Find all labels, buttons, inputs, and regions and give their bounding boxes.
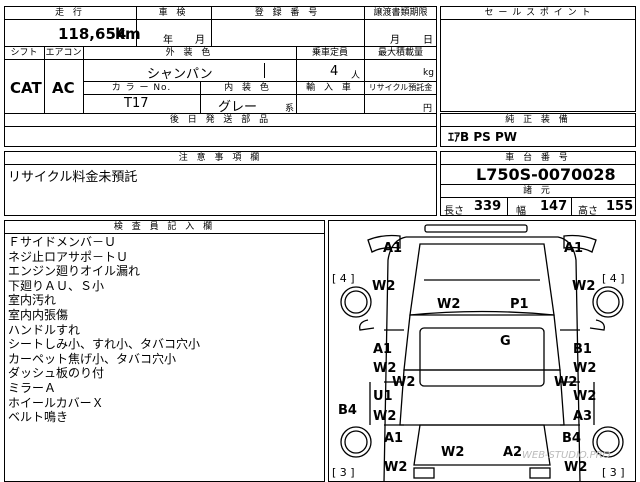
left-rear-door-mark-2: W2 xyxy=(373,409,397,424)
tire-rear-right: [ 3 ] xyxy=(602,466,625,479)
chassis-header: 車 台 番 号 xyxy=(505,153,571,163)
width-value: 147 xyxy=(540,199,568,214)
aircon-header: エアコン xyxy=(45,48,82,58)
width-label: 幅 xyxy=(516,206,526,217)
height-value: 155 xyxy=(606,199,634,214)
import-header: 輸 入 車 xyxy=(306,83,354,93)
inspector-note: 下廻りＡＵ、Ｓ小 xyxy=(8,278,105,293)
notes-header: 注 意 事 項 欄 xyxy=(178,153,263,163)
chassis-number: L750S-0070028 xyxy=(476,165,616,184)
capacity-header: 乗車定員 xyxy=(311,48,348,58)
right-rear-door-mark: W2 xyxy=(573,389,597,404)
height-label: 高さ xyxy=(578,206,598,217)
exterior-color-header: 外 装 色 xyxy=(165,48,214,58)
capacity-value: 4 xyxy=(330,64,339,79)
hood-left-mark: W2 xyxy=(437,297,461,312)
left-fender-mark: W2 xyxy=(372,279,396,294)
color-no-header: カ ラ ー No. xyxy=(111,83,172,93)
sales-point-box xyxy=(440,6,636,112)
inspector-note: 室内内張傷 xyxy=(8,308,69,322)
sales-point-header: セ ー ル ス ポ イ ン ト xyxy=(484,8,592,18)
front-left-corner-mark: A1 xyxy=(383,241,403,256)
right-quarter-mark: B4 xyxy=(562,431,581,446)
inspector-note: ダッシュ板のり付 xyxy=(8,366,105,381)
transfer-docs-header: 譲渡書類期限 xyxy=(373,8,428,18)
front-right-corner-mark: A1 xyxy=(564,241,584,256)
recycle-unit: 円 xyxy=(423,104,433,114)
tire-rear-left: [ 3 ] xyxy=(332,466,355,479)
inspector-header: 検 査 員 記 入 欄 xyxy=(113,222,216,232)
watermark: WEB-STUDIO.PRO xyxy=(522,450,611,461)
max-load-header: 最大積載量 xyxy=(377,48,423,58)
mileage-unit: km xyxy=(115,25,141,43)
mileage-header: 走 行 xyxy=(55,8,85,18)
equipment-value: ｴｱB PS PW xyxy=(448,130,517,144)
interior-color-suffix: 系 xyxy=(285,104,295,114)
inspector-note: ミラーＡ xyxy=(8,381,57,395)
max-load-unit: kg xyxy=(423,68,434,78)
rear-right-mark: W2 xyxy=(564,460,588,475)
left-rear-door-mark: U1 xyxy=(373,389,393,404)
hood-right-mark: P1 xyxy=(510,297,529,312)
length-label: 長さ xyxy=(444,206,464,217)
shift-value: CAT xyxy=(10,79,42,97)
inspector-note: シートしみ小、すれ小、タバコ穴小 xyxy=(8,337,201,352)
inspector-note: カーペット焦げ小、タバコ穴小 xyxy=(8,351,177,366)
shift-header: シフト xyxy=(10,48,38,58)
inspector-note: 室内汚れ xyxy=(8,293,57,308)
inspector-note: ベルト鳴き xyxy=(8,410,69,425)
left-front-door-mark-2: W2 xyxy=(373,361,397,376)
tire-front-left: [ 4 ] xyxy=(332,272,355,285)
right-fender-mark: W2 xyxy=(572,279,596,294)
rear-left-mark-2: W2 xyxy=(384,460,408,475)
inspector-note: ハンドルすれ xyxy=(8,322,81,337)
length-value: 339 xyxy=(474,199,502,214)
interior-color-header: 内 装 色 xyxy=(224,83,272,93)
aircon-value: AC xyxy=(52,79,75,97)
inspector-note: Ｆサイドメンバ－Ｕ xyxy=(8,235,117,249)
parts-header: 後 日 発 送 部 品 xyxy=(169,115,272,125)
color-no-value: T17 xyxy=(124,96,149,111)
back-door-left-mark: W2 xyxy=(441,445,465,460)
inspector-note: エンジン廻りオイル漏れ xyxy=(8,264,141,279)
interior-color-value: グレー xyxy=(218,100,258,115)
inspection-month: 月 xyxy=(195,35,205,46)
inspector-note: ホイールカバーＸ xyxy=(8,395,104,410)
left-front-door-mark: A1 xyxy=(373,342,393,357)
inspection-year: 年 xyxy=(163,35,173,46)
tire-front-right: [ 4 ] xyxy=(602,272,625,285)
left-quarter-mark: B4 xyxy=(338,403,357,418)
inspection-header: 車 検 xyxy=(158,8,189,18)
notes-value: リサイクル料金未預託 xyxy=(8,170,138,185)
inspector-note: ネジ止ロアサポ－トＵ xyxy=(8,249,129,264)
left-sill-mark: W2 xyxy=(392,375,416,390)
registration-header: 登 録 番 号 xyxy=(254,8,321,18)
inspector-notes-list: Ｆサイドメンバ－Ｕ ネジ止ロアサポ－トＵ エンジン廻りオイル漏れ 下廻りＡＵ、Ｓ… xyxy=(0,235,325,475)
back-door-right-mark: A2 xyxy=(503,445,523,460)
right-sill-mark: W2 xyxy=(554,375,578,390)
transfer-day: 日 xyxy=(423,35,433,46)
roof-mark: G xyxy=(500,334,511,349)
right-front-door-mark: B1 xyxy=(573,342,592,357)
right-front-door-mark-2: W2 xyxy=(573,361,597,376)
recycle-deposit-header: リサイクル預託金 xyxy=(368,83,433,92)
dims-header: 諸 元 xyxy=(523,186,553,196)
transfer-month: 月 xyxy=(390,35,400,46)
capacity-unit: 人 xyxy=(351,71,361,81)
exterior-color-value: シャンパン xyxy=(147,67,213,82)
right-rear-door-mark-2: A3 xyxy=(573,409,593,424)
rear-left-mark: A1 xyxy=(384,431,404,446)
equipment-header: 純 正 装 備 xyxy=(505,115,571,125)
